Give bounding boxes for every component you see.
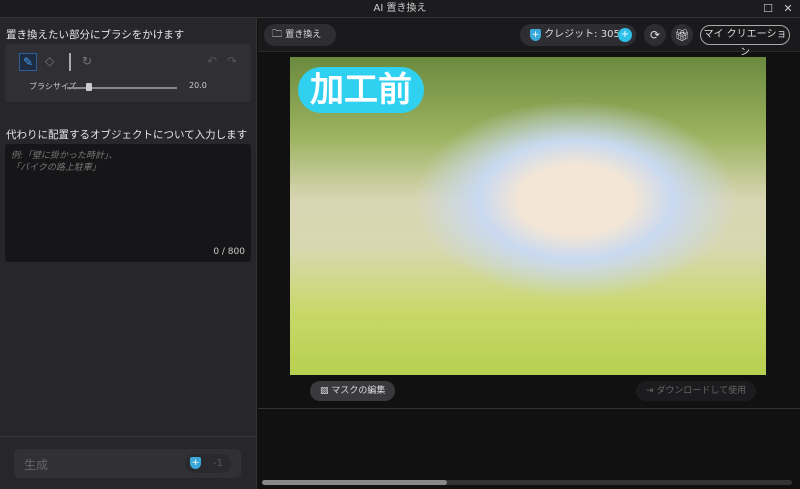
before-badge: 加工前 bbox=[298, 67, 424, 113]
replace-button[interactable]: 🗀 置き換え bbox=[264, 24, 336, 46]
mask-icon: ▧ bbox=[320, 386, 329, 396]
horizontal-scrollbar[interactable] bbox=[262, 480, 792, 485]
credit-icon: + bbox=[190, 457, 201, 469]
replace-label: 置き換え bbox=[285, 30, 322, 40]
maximize-icon[interactable]: ☐ bbox=[758, 0, 778, 17]
credits-label: クレジット: 305 bbox=[544, 29, 620, 40]
generate-button[interactable]: 生成 + -1 bbox=[14, 449, 241, 478]
edit-mask-button[interactable]: ▧ マスクの編集 bbox=[310, 381, 396, 401]
eraser-icon[interactable]: ◇ bbox=[45, 54, 54, 68]
placeholder-line: 例:「壁に掛かった時計」、 bbox=[11, 151, 118, 161]
divider bbox=[0, 436, 257, 437]
cost-value: -1 bbox=[213, 458, 223, 469]
reset-icon[interactable]: ↻ bbox=[82, 54, 92, 68]
folder-icon: 🗀 bbox=[272, 29, 282, 40]
left-panel: 置き換えたい部分にブラシをかけます ✎ ◇ ↻ ↶ ↷ ブラシサイズ 20.0 … bbox=[0, 18, 257, 489]
credit-icon: + bbox=[530, 29, 541, 41]
brush-size-value: 20.0 bbox=[189, 81, 207, 90]
add-credits-icon[interactable]: + bbox=[618, 28, 632, 42]
gift-icon[interactable]: 🎁︎ bbox=[671, 24, 693, 46]
close-icon[interactable]: ✕ bbox=[778, 0, 798, 17]
placeholder-line: 「バイクの路上駐車」 bbox=[11, 163, 101, 173]
undo-icon[interactable]: ↶ bbox=[207, 54, 217, 68]
download-label: ダウンロードして使用 bbox=[656, 386, 747, 396]
my-creations-button[interactable]: マイ クリエーション bbox=[700, 25, 790, 58]
brush-heading: 置き換えたい部分にブラシをかけます bbox=[6, 29, 185, 41]
redo-icon[interactable]: ↷ bbox=[227, 54, 237, 68]
window-title: AI 置き換え bbox=[373, 3, 427, 14]
title-bar: AI 置き換え ☐ ✕ bbox=[0, 0, 800, 18]
top-toolbar: 🗀 置き換え + クレジット: 305 + ⟳ 🎁︎ マイ クリエーション bbox=[258, 18, 800, 58]
divider bbox=[258, 408, 800, 409]
photo-canvas[interactable]: 加工前 bbox=[290, 57, 766, 375]
credits-display: + クレジット: 305 + bbox=[520, 24, 636, 46]
char-count: 0 / 800 bbox=[213, 247, 245, 257]
prompt-input[interactable]: 例:「壁に掛かった時計」、 「バイクの路上駐車」 0 / 800 bbox=[5, 144, 251, 262]
divider bbox=[69, 53, 71, 71]
scrollbar-thumb[interactable] bbox=[262, 480, 447, 485]
brush-size-slider[interactable] bbox=[67, 83, 177, 91]
generate-label: 生成 bbox=[24, 458, 49, 472]
slider-knob[interactable] bbox=[86, 83, 92, 91]
edit-mask-label: マスクの編集 bbox=[331, 386, 386, 396]
brush-icon[interactable]: ✎ bbox=[19, 53, 37, 71]
brush-tools: ✎ ◇ ↻ ↶ ↷ ブラシサイズ 20.0 bbox=[5, 44, 251, 102]
cost-badge: + -1 bbox=[185, 454, 231, 473]
download-button[interactable]: ⇥ ダウンロードして使用 bbox=[636, 381, 757, 401]
download-icon: ⇥ bbox=[646, 386, 654, 396]
prompt-heading: 代わりに配置するオブジェクトについて入力します bbox=[6, 129, 248, 141]
refresh-icon[interactable]: ⟳ bbox=[644, 24, 666, 46]
